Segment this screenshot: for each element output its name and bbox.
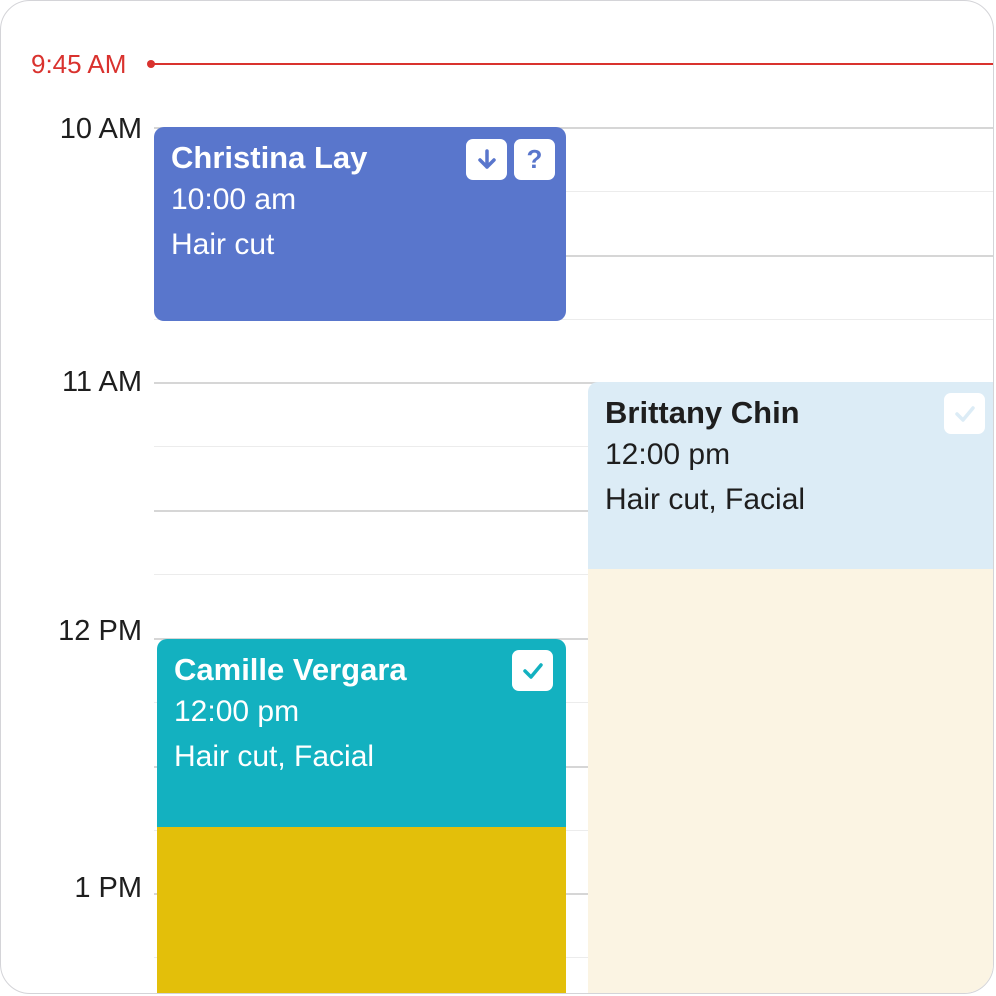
appointment-client-name: Brittany Chin	[605, 395, 800, 430]
current-time-label: 9:45 AM	[31, 49, 127, 79]
appointment-services: Hair cut, Facial	[605, 483, 806, 516]
calendar-day-view: 9:45 AM 10 AM 11 AM 12 PM 1 PM Christina…	[0, 0, 994, 994]
appointment-brittany-chin-extension[interactable]	[588, 569, 993, 993]
appointment-brittany-chin[interactable]: Brittany Chin 12:00 pm Hair cut, Facial	[588, 382, 993, 569]
appointment-services: Hair cut	[171, 228, 275, 261]
check-icon[interactable]	[512, 650, 553, 691]
arrow-down-icon[interactable]	[466, 139, 507, 180]
check-icon[interactable]	[944, 393, 985, 434]
appointment-client-name: Camille Vergara	[174, 652, 407, 687]
appointment-time: 10:00 am	[171, 183, 297, 216]
current-time-line	[151, 63, 993, 65]
hour-label-11am: 11 AM	[61, 366, 142, 398]
appointment-time: 12:00 pm	[174, 695, 300, 728]
hour-label-10am: 10 AM	[59, 113, 142, 145]
hour-label-1pm: 1 PM	[74, 872, 142, 904]
appointment-christina-lay[interactable]: Christina Lay 10:00 am Hair cut ?	[154, 127, 566, 321]
appointment-services: Hair cut, Facial	[174, 740, 375, 773]
appointment-camille-vergara[interactable]: Camille Vergara 12:00 pm Hair cut, Facia…	[157, 639, 566, 827]
hour-label-12pm: 12 PM	[58, 615, 142, 647]
question-icon[interactable]: ?	[514, 139, 555, 180]
appointment-camille-vergara-extension[interactable]	[157, 827, 566, 993]
appointment-time: 12:00 pm	[605, 438, 731, 471]
